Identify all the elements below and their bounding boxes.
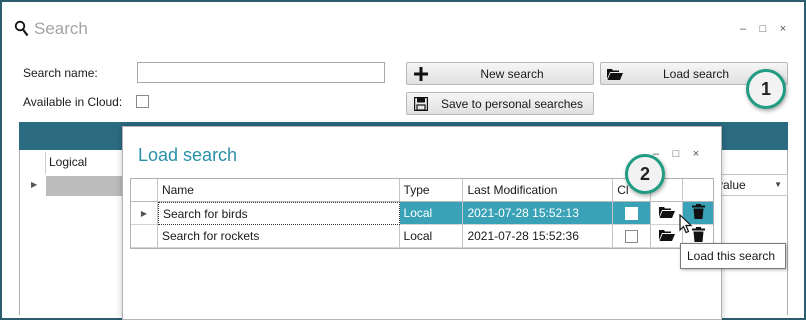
table-row[interactable]: ▶ Search for birds Local 2021-07-28 15:5… xyxy=(131,202,714,225)
folder-open-icon xyxy=(658,229,675,244)
row-cloud-checkbox[interactable] xyxy=(625,229,639,243)
new-search-button[interactable]: New search xyxy=(406,62,594,85)
row-indicator xyxy=(131,225,158,248)
callout-badge-1: 1 xyxy=(746,69,786,109)
available-in-cloud-checkbox[interactable] xyxy=(136,95,149,108)
row-last-modification-cell[interactable]: 2021-07-28 15:52:13 xyxy=(463,202,614,225)
save-to-personal-label: Save to personal searches xyxy=(440,96,584,111)
folder-open-icon xyxy=(658,206,675,221)
row-cloud-cell[interactable] xyxy=(613,225,652,248)
table-row[interactable]: Search for rockets Local 2021-07-28 15:5… xyxy=(131,225,714,248)
grid-header-row: Name Type Last Modification Cl xyxy=(131,179,714,202)
search-name-input[interactable] xyxy=(137,62,385,83)
dialog-maximize-icon[interactable]: □ xyxy=(671,148,681,160)
row-name-cell[interactable]: Search for birds xyxy=(157,202,400,225)
column-header-last-modification[interactable]: Last Modification xyxy=(463,179,614,202)
row-indicator-icon: ▶ xyxy=(131,202,158,225)
grid-header-indicator xyxy=(131,179,158,202)
column-header-type[interactable]: Type xyxy=(399,179,464,202)
folder-open-icon xyxy=(605,68,625,80)
row-cloud-cell[interactable] xyxy=(613,202,652,225)
column-header-delete xyxy=(683,179,714,202)
background-grid-cell[interactable] xyxy=(46,176,124,196)
load-search-tooltip: Load this search xyxy=(680,243,786,269)
search-name-label: Search name: xyxy=(23,66,98,80)
window-controls: – □ × xyxy=(738,23,788,35)
save-to-personal-button[interactable]: Save to personal searches xyxy=(406,92,594,115)
row-indicator-icon: ▶ xyxy=(31,180,38,189)
dialog-close-icon[interactable]: × xyxy=(691,148,701,160)
trash-icon xyxy=(691,204,705,222)
row-cloud-checkbox[interactable] xyxy=(625,206,639,220)
load-search-dialog: Load search – □ × Name Type Last Modific… xyxy=(122,126,722,320)
row-type-cell[interactable]: Local xyxy=(399,202,464,225)
dialog-title: Load search xyxy=(138,145,238,165)
background-grid-header-value[interactable]: value ▼ xyxy=(714,174,788,196)
dialog-controls: – □ × xyxy=(651,148,701,160)
load-search-grid: Name Type Last Modification Cl ▶ Search … xyxy=(130,178,714,249)
maximize-icon[interactable]: □ xyxy=(758,23,768,35)
minimize-icon[interactable]: – xyxy=(738,23,748,35)
plus-icon xyxy=(411,66,431,81)
mouse-pointer-icon xyxy=(679,213,693,237)
window-title-bar: Search xyxy=(14,19,88,39)
floppy-disk-icon xyxy=(411,96,431,111)
column-header-name[interactable]: Name xyxy=(157,179,400,202)
row-type-cell[interactable]: Local xyxy=(399,225,464,248)
close-icon[interactable]: × xyxy=(778,23,788,35)
available-in-cloud-label: Available in Cloud: xyxy=(23,95,123,109)
new-search-label: New search xyxy=(480,66,544,81)
magnifier-icon xyxy=(14,20,30,38)
row-last-modification-cell[interactable]: 2021-07-28 15:52:36 xyxy=(463,225,614,248)
background-grid-header-logical: Logical xyxy=(45,152,125,174)
window-title: Search xyxy=(34,19,88,38)
callout-badge-2: 2 xyxy=(625,154,665,194)
row-name-cell[interactable]: Search for rockets xyxy=(157,225,400,248)
chevron-down-icon: ▼ xyxy=(774,180,782,189)
